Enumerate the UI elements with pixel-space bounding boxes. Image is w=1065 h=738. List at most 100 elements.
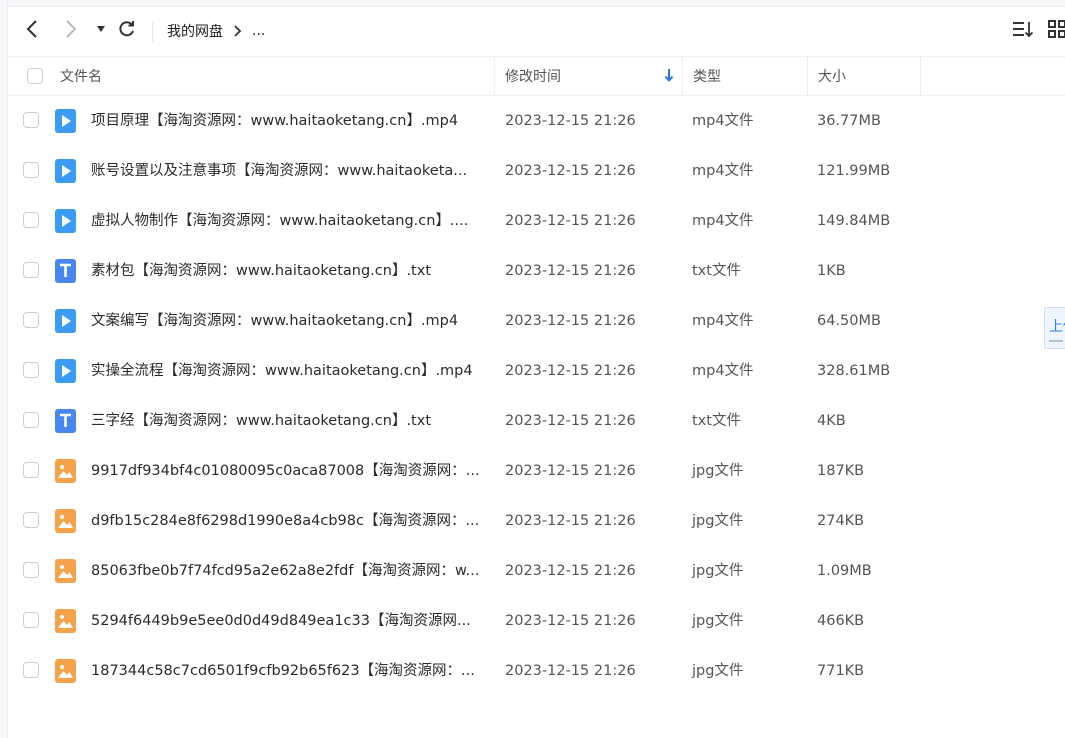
refresh-button[interactable] <box>115 17 139 41</box>
file-type: jpg文件 <box>692 613 744 629</box>
history-dropdown-button[interactable] <box>89 17 113 41</box>
file-type: txt文件 <box>692 263 741 279</box>
file-type: txt文件 <box>692 413 741 429</box>
row-checkbox[interactable] <box>23 112 39 128</box>
breadcrumb-more[interactable]: ... <box>252 23 265 39</box>
file-name[interactable]: 账号设置以及注意事项【海淘资源网：www.haitaoketa... <box>91 146 467 196</box>
table-row[interactable]: 187344c58c7cd6501f9cfb92b65f623【海淘资源网：..… <box>8 646 1065 696</box>
file-name[interactable]: 187344c58c7cd6501f9cfb92b65f623【海淘资源网：..… <box>91 646 475 696</box>
table-row[interactable]: 9917df934bf4c01080095c0aca87008【海淘资源网：..… <box>8 446 1065 496</box>
row-checkbox[interactable] <box>23 562 39 578</box>
column-header-type[interactable]: 类型 <box>693 57 721 95</box>
column-header-name[interactable]: 文件名 <box>60 57 102 95</box>
file-type: jpg文件 <box>692 563 744 579</box>
chevron-left-icon <box>26 20 37 38</box>
row-checkbox[interactable] <box>23 412 39 428</box>
table-row[interactable]: 文案编写【海淘资源网：www.haitaoketang.cn】.mp4 2023-… <box>8 296 1065 346</box>
view-toggle-button[interactable] <box>1045 17 1065 41</box>
column-header-size[interactable]: 大小 <box>818 57 846 95</box>
file-type: mp4文件 <box>692 313 754 329</box>
file-size: 771KB <box>817 663 865 679</box>
select-all-checkbox[interactable] <box>27 68 43 84</box>
column-divider <box>807 57 808 95</box>
breadcrumb: 我的网盘 ... <box>167 19 265 43</box>
column-header-modified[interactable]: 修改时间 <box>505 57 561 95</box>
file-type: mp4文件 <box>692 213 754 229</box>
table-row[interactable]: 实操全流程【海淘资源网：www.haitaoketang.cn】.mp4 2023… <box>8 346 1065 396</box>
table-row[interactable]: 5294f6449b9e5ee0d0d49d849ea1c33【海淘资源网...… <box>8 596 1065 646</box>
file-name[interactable]: d9fb15c284e8f6298d1990e8a4cb98c【海淘资源网：..… <box>91 496 479 546</box>
table-row[interactable]: 虚拟人物制作【海淘资源网：www.haitaoketang.cn】.... 202… <box>8 196 1065 246</box>
file-name[interactable]: 文案编写【海淘资源网：www.haitaoketang.cn】.mp4 <box>91 296 458 346</box>
image-file-icon <box>55 609 76 633</box>
file-size: 4KB <box>817 413 846 429</box>
table-row[interactable]: 85063fbe0b7f74fcd95a2e62a8e2fdf【海淘资源网：w.… <box>8 546 1065 596</box>
file-name[interactable]: 三字经【海淘资源网：www.haitaoketang.cn】.txt <box>91 396 431 446</box>
column-divider <box>494 57 495 95</box>
toolbar-divider <box>152 22 153 42</box>
row-checkbox[interactable] <box>23 162 39 178</box>
forward-button[interactable] <box>59 17 83 41</box>
file-type: jpg文件 <box>692 463 744 479</box>
file-name[interactable]: 项目原理【海淘资源网：www.haitaoketang.cn】.mp4 <box>91 96 458 146</box>
video-file-icon <box>55 359 76 383</box>
file-modified-time: 2023-12-15 21:26 <box>505 413 636 429</box>
float-tab-divider <box>1049 340 1063 348</box>
file-name[interactable]: 实操全流程【海淘资源网：www.haitaoketang.cn】.mp4 <box>91 346 473 396</box>
row-checkbox[interactable] <box>23 512 39 528</box>
row-checkbox[interactable] <box>23 662 39 678</box>
file-size: 187KB <box>817 463 865 479</box>
row-checkbox[interactable] <box>23 462 39 478</box>
table-row[interactable]: 三字经【海淘资源网：www.haitaoketang.cn】.txt 2023-1… <box>8 396 1065 446</box>
sort-button[interactable] <box>1011 17 1035 41</box>
file-name[interactable]: 虚拟人物制作【海淘资源网：www.haitaoketang.cn】.... <box>91 196 468 246</box>
table-row[interactable]: d9fb15c284e8f6298d1990e8a4cb98c【海淘资源网：..… <box>8 496 1065 546</box>
file-modified-time: 2023-12-15 21:26 <box>505 213 636 229</box>
file-type: mp4文件 <box>692 363 754 379</box>
file-modified-time: 2023-12-15 21:26 <box>505 363 636 379</box>
file-size: 121.99MB <box>817 163 891 179</box>
image-file-icon <box>55 559 76 583</box>
file-size: 36.77MB <box>817 113 881 129</box>
back-button[interactable] <box>20 17 44 41</box>
column-divider <box>682 57 683 95</box>
row-checkbox[interactable] <box>23 312 39 328</box>
file-type: mp4文件 <box>692 163 754 179</box>
row-checkbox[interactable] <box>23 212 39 228</box>
file-name[interactable]: 5294f6449b9e5ee0d0d49d849ea1c33【海淘资源网... <box>91 596 471 646</box>
text-file-icon <box>55 409 76 433</box>
file-size: 328.61MB <box>817 363 891 379</box>
table-row[interactable]: 项目原理【海淘资源网：www.haitaoketang.cn】.mp4 2023-… <box>8 96 1065 146</box>
row-checkbox[interactable] <box>23 262 39 278</box>
breadcrumb-separator-icon <box>233 24 242 38</box>
breadcrumb-root[interactable]: 我的网盘 <box>167 21 223 41</box>
upload-float-tab[interactable]: 上传 <box>1044 307 1065 349</box>
file-name[interactable]: 85063fbe0b7f74fcd95a2e62a8e2fdf【海淘资源网：w.… <box>91 546 479 596</box>
file-modified-time: 2023-12-15 21:26 <box>505 663 636 679</box>
toolbar: 我的网盘 ... <box>8 7 1065 55</box>
file-modified-time: 2023-12-15 21:26 <box>505 563 636 579</box>
video-file-icon <box>55 109 76 133</box>
video-file-icon <box>55 209 76 233</box>
image-file-icon <box>55 459 76 483</box>
file-modified-time: 2023-12-15 21:26 <box>505 263 636 279</box>
file-name[interactable]: 素材包【海淘资源网：www.haitaoketang.cn】.txt <box>91 246 431 296</box>
video-file-icon <box>55 159 76 183</box>
file-type: jpg文件 <box>692 513 744 529</box>
upload-float-tab-label: 上传 <box>1049 319 1065 335</box>
file-size: 274KB <box>817 513 865 529</box>
file-modified-time: 2023-12-15 21:26 <box>505 613 636 629</box>
file-name[interactable]: 9917df934bf4c01080095c0aca87008【海淘资源网：..… <box>91 446 480 496</box>
table-row[interactable]: 素材包【海淘资源网：www.haitaoketang.cn】.txt 2023-1… <box>8 246 1065 296</box>
table-row[interactable]: 账号设置以及注意事项【海淘资源网：www.haitaoketa... 2023-1… <box>8 146 1065 196</box>
video-file-icon <box>55 309 76 333</box>
file-modified-time: 2023-12-15 21:26 <box>505 463 636 479</box>
caret-down-icon <box>97 26 105 32</box>
grid-view-icon <box>1048 20 1065 38</box>
row-checkbox[interactable] <box>23 362 39 378</box>
sort-descending-icon <box>664 69 674 82</box>
select-all-checkbox-cell <box>27 57 43 95</box>
row-checkbox[interactable] <box>23 612 39 628</box>
chevron-right-icon <box>66 20 77 38</box>
sort-list-icon <box>1013 22 1034 38</box>
